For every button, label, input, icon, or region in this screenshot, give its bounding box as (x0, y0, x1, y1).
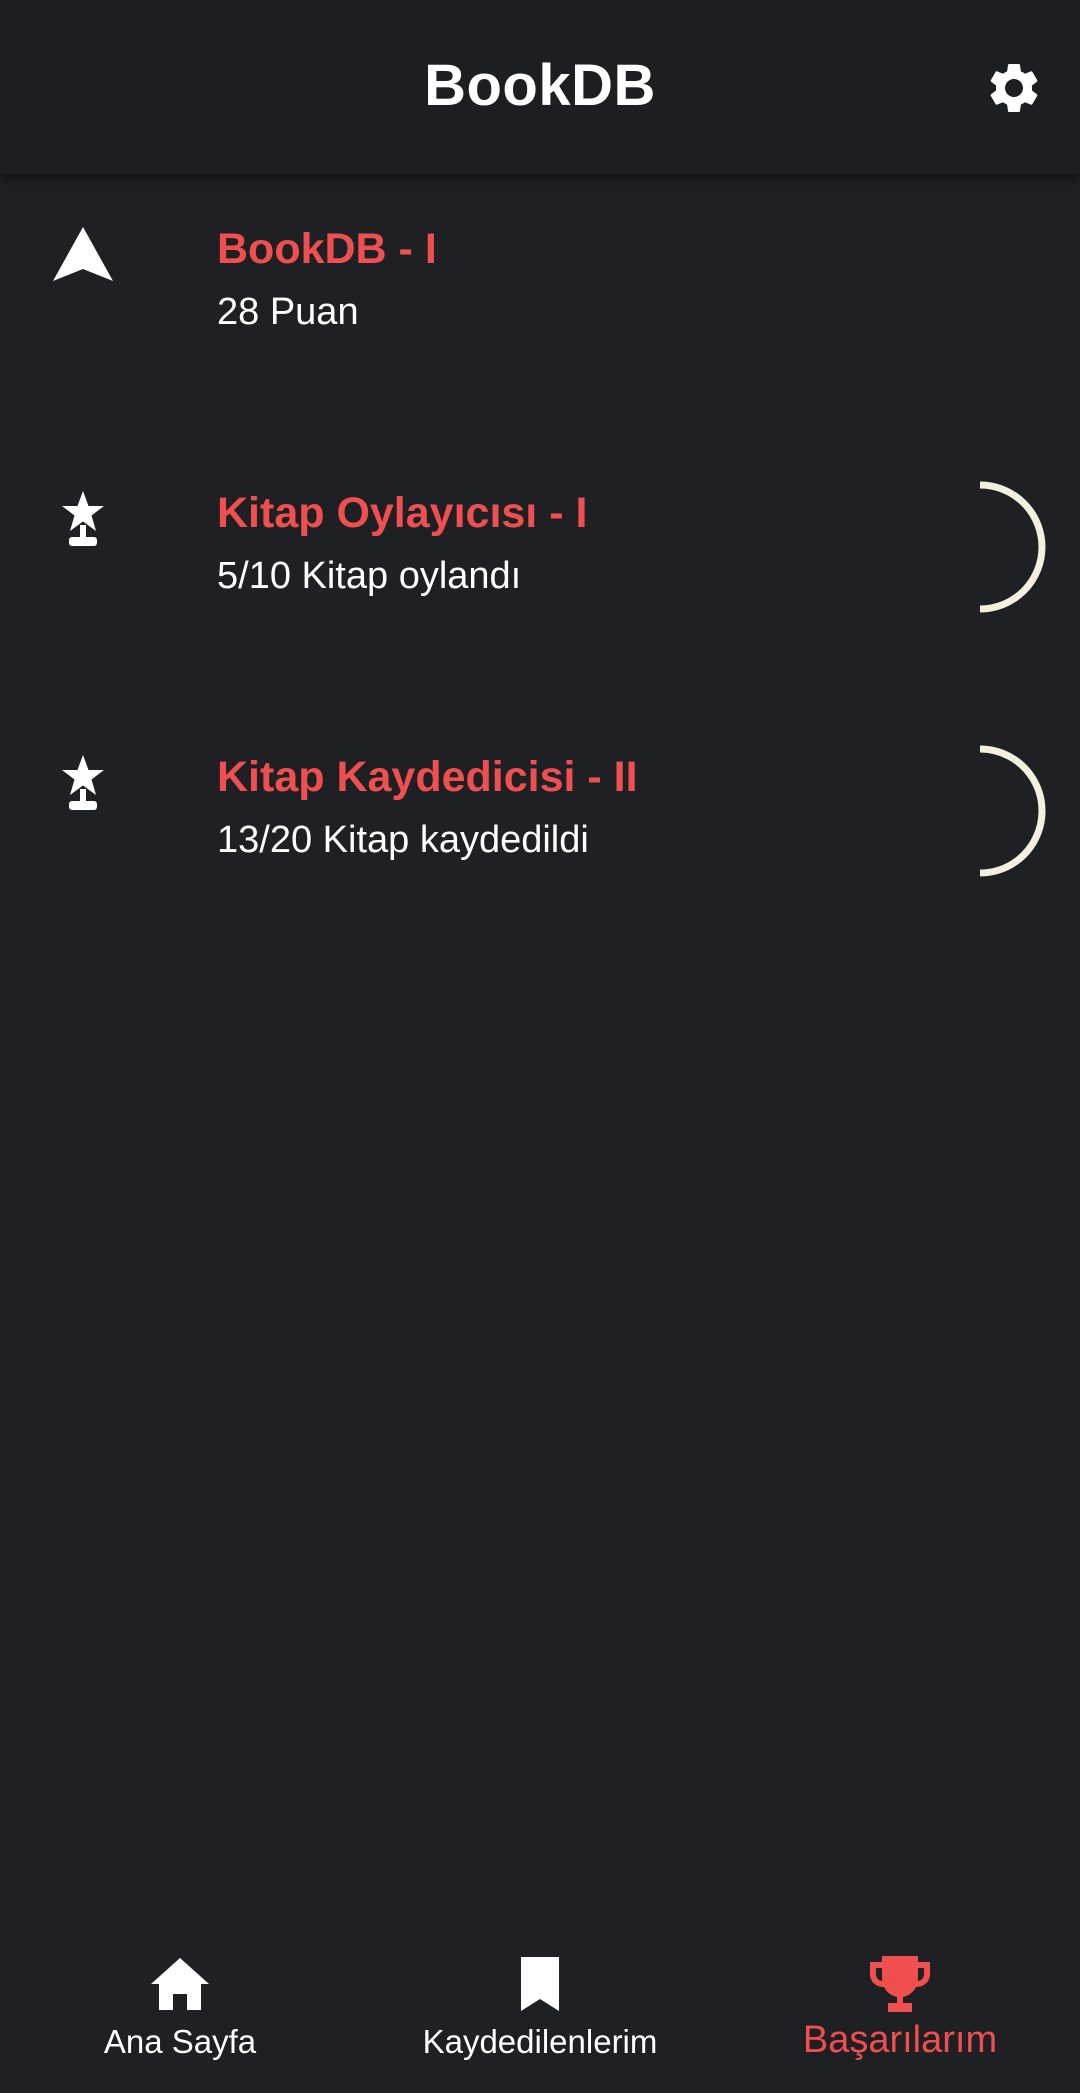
nav-achievements[interactable]: Başarılarım (720, 1943, 1080, 2093)
trophy-star-icon (50, 751, 116, 817)
trophy-icon (865, 1951, 935, 2017)
bookmark-icon (505, 1951, 575, 2017)
progress-arc (980, 481, 1046, 613)
top-app-bar: BookDB (0, 0, 1080, 175)
achievement-title: BookDB - I (217, 225, 437, 273)
app-title: BookDB (424, 53, 656, 118)
app-screen: BookDB BookDB - I 28 Puan Kitap Oylayıcı… (0, 0, 1080, 2093)
gear-icon (990, 64, 1038, 112)
nav-label-saved: Kaydedilenlerim (422, 2023, 658, 2060)
bottom-navigation: Ana Sayfa Kaydedilenlerim Başarılarım (0, 1943, 1080, 2093)
achievement-subtitle: 5/10 Kitap oylandı (217, 555, 522, 597)
rank-chevron-icon (50, 223, 116, 289)
list-item[interactable]: BookDB - I 28 Puan (0, 175, 1080, 439)
nav-label-home: Ana Sayfa (103, 2023, 257, 2060)
achievement-subtitle: 28 Puan (217, 291, 359, 333)
progress-ring (980, 745, 1046, 877)
progress-arc (980, 745, 1046, 877)
home-icon (145, 1951, 215, 2017)
achievements-list: BookDB - I 28 Puan Kitap Oylayıcısı - I … (0, 175, 1080, 967)
nav-home[interactable]: Ana Sayfa (0, 1943, 360, 2093)
list-item[interactable]: Kitap Kaydedicisi - II 13/20 Kitap kayde… (0, 703, 1080, 967)
achievement-subtitle: 13/20 Kitap kaydedildi (217, 819, 589, 861)
trophy-star-icon (50, 487, 116, 553)
settings-button[interactable] (984, 58, 1044, 118)
achievement-title: Kitap Kaydedicisi - II (217, 753, 638, 801)
nav-label-achievements: Başarılarım (802, 2019, 998, 2061)
nav-saved[interactable]: Kaydedilenlerim (360, 1943, 720, 2093)
list-item[interactable]: Kitap Oylayıcısı - I 5/10 Kitap oylandı (0, 439, 1080, 703)
progress-ring (980, 481, 1046, 613)
achievement-title: Kitap Oylayıcısı - I (217, 489, 588, 537)
